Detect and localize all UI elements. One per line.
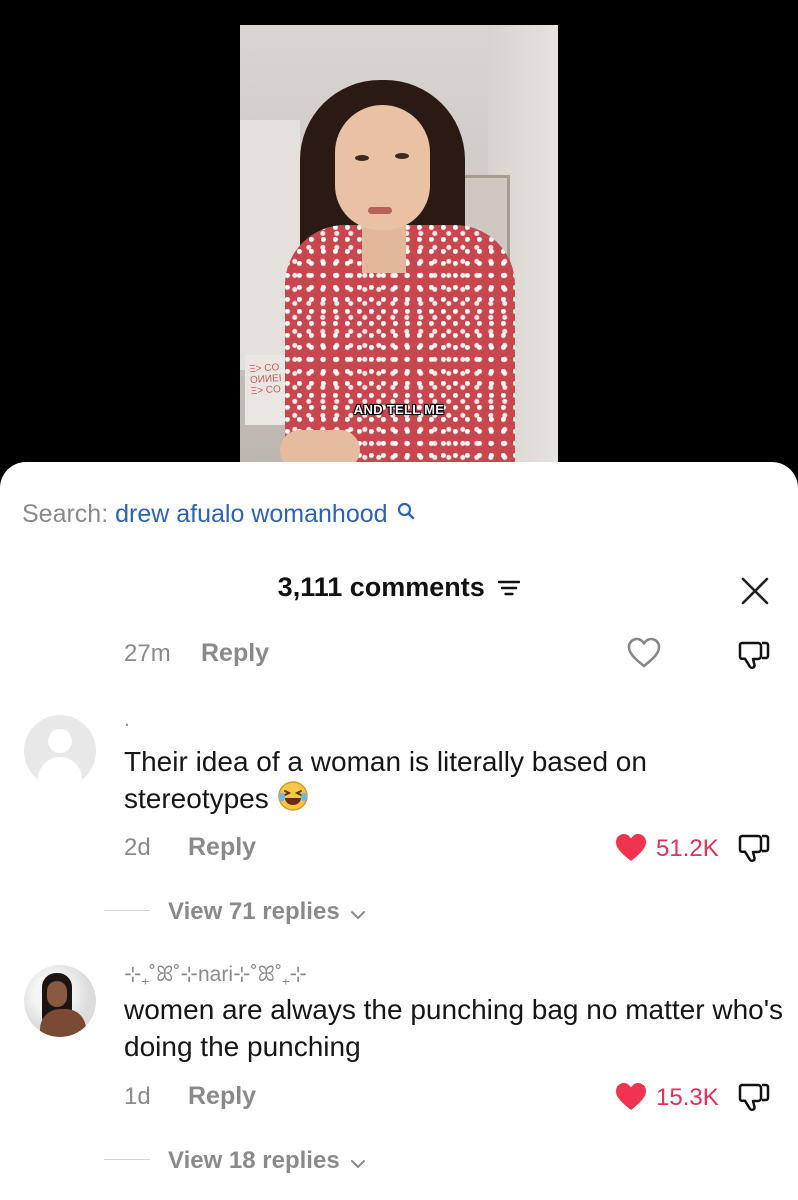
- chevron-down-icon: [350, 1148, 366, 1176]
- avatar-body: [38, 757, 82, 787]
- avatar-head: [48, 729, 72, 753]
- video-person-eye: [395, 153, 409, 159]
- reply-button[interactable]: Reply: [188, 833, 256, 862]
- heart-icon[interactable]: [627, 637, 661, 674]
- dislike-icon[interactable]: [738, 830, 772, 869]
- replies-divider: [104, 910, 150, 911]
- comment-username[interactable]: ⊹₊˚ꕤ˚⊹nari⊹˚ꕤ˚₊⊹: [124, 962, 307, 987]
- avatar-body: [40, 1009, 86, 1037]
- video-caption: AND TELL ME: [353, 402, 445, 417]
- comment-body: Their idea of a woman is literally based…: [124, 746, 647, 814]
- comments-count: 3,111 comments: [277, 572, 485, 602]
- video-person-eye: [355, 155, 369, 161]
- search-label: Search:: [22, 500, 109, 528]
- reply-button[interactable]: Reply: [188, 1082, 256, 1111]
- avatar[interactable]: [24, 715, 96, 787]
- heart-icon[interactable]: [614, 832, 648, 869]
- search-icon: [397, 498, 415, 527]
- dislike-icon[interactable]: [738, 637, 772, 676]
- view-replies-label: View 18 replies: [168, 1147, 340, 1174]
- comments-header: 3,111 comments: [0, 572, 798, 604]
- close-icon[interactable]: [740, 576, 770, 606]
- comment-text: Their idea of a woman is literally based…: [124, 743, 784, 821]
- sort-icon[interactable]: [498, 573, 521, 604]
- laughing-emoji: [277, 780, 309, 821]
- video-player[interactable]: Ξ> CO OИИEI Ξ> CO AND TELL ME: [240, 25, 558, 465]
- video-person-neck: [362, 223, 406, 273]
- chevron-down-icon: [350, 899, 366, 927]
- view-replies-button[interactable]: View 71 replies: [168, 898, 366, 927]
- heart-icon[interactable]: [614, 1081, 648, 1118]
- video-scene-box-print: Ξ> CO OИИEI Ξ> CO: [248, 362, 282, 398]
- comment-timestamp: 2d: [124, 834, 151, 861]
- view-replies-button[interactable]: View 18 replies: [168, 1147, 366, 1176]
- search-term-link[interactable]: drew afualo womanhood: [115, 500, 387, 528]
- avatar[interactable]: [24, 965, 96, 1037]
- comment-username[interactable]: .: [124, 708, 130, 732]
- video-person-mouth: [368, 207, 392, 214]
- comment-text: women are always the punching bag no mat…: [124, 994, 784, 1062]
- like-count: 15.3K: [656, 1084, 719, 1111]
- like-count: 51.2K: [656, 835, 719, 862]
- dislike-icon[interactable]: [738, 1079, 772, 1118]
- video-person-hands: [280, 430, 360, 465]
- reply-button[interactable]: Reply: [201, 639, 269, 668]
- comments-sheet: Search: drew afualo womanhood 3,111 comm…: [0, 462, 798, 1200]
- comment-timestamp: 1d: [124, 1083, 151, 1110]
- replies-divider: [104, 1159, 150, 1160]
- avatar-face: [47, 981, 67, 1007]
- search-suggestion[interactable]: Search: drew afualo womanhood: [22, 500, 415, 529]
- comment-timestamp: 27m: [124, 640, 171, 667]
- view-replies-label: View 71 replies: [168, 898, 340, 925]
